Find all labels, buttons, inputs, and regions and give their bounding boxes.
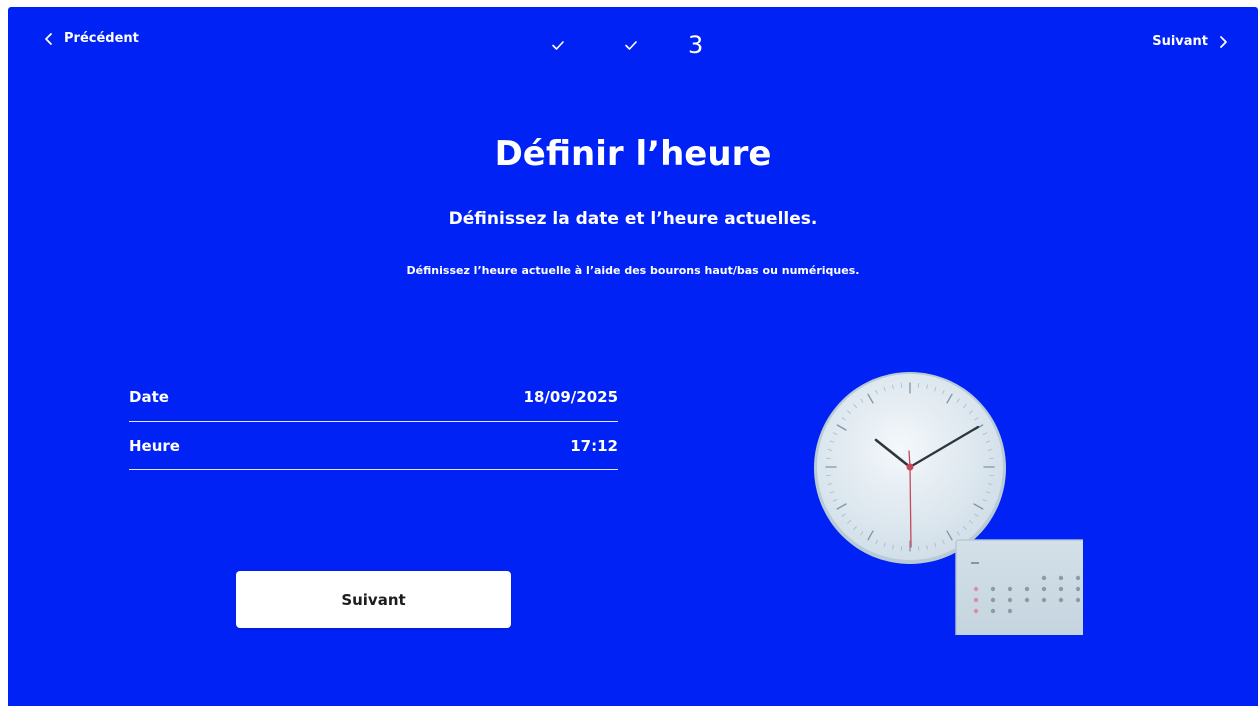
next-nav-label: Suivant xyxy=(1152,34,1208,49)
date-time-fields: Date 18/09/2025 Heure 17:12 xyxy=(129,373,618,470)
page-subtitle: Définissez la date et l’heure actuelles. xyxy=(448,209,818,229)
check-icon xyxy=(552,41,564,50)
previous-label: Précédent xyxy=(64,31,139,46)
date-label: Date xyxy=(129,388,169,406)
calendar-day-dot xyxy=(1007,608,1013,614)
date-value: 18/09/2025 xyxy=(523,388,618,406)
calendar-day-dot xyxy=(1024,586,1030,592)
calendar-day-dot xyxy=(990,597,996,603)
check-icon xyxy=(625,41,637,50)
calendar-day-dot xyxy=(1041,575,1047,581)
calendar-icon xyxy=(955,539,1083,635)
calendar-day-dot xyxy=(990,608,996,614)
calendar-day-dot xyxy=(1058,597,1064,603)
step-indicator: 3 xyxy=(549,29,703,61)
calendar-day-dot xyxy=(1075,586,1081,592)
next-nav-button[interactable]: Suivant xyxy=(1152,34,1230,49)
date-field[interactable]: Date 18/09/2025 xyxy=(129,373,618,422)
time-field[interactable]: Heure 17:12 xyxy=(129,422,618,470)
clock-calendar-illustration xyxy=(814,372,1083,635)
calendar-day-dot xyxy=(1041,586,1047,592)
current-step-number: 3 xyxy=(688,31,704,59)
next-button[interactable]: Suivant xyxy=(236,571,511,628)
calendar-day-dot xyxy=(1007,586,1013,592)
page-title: Définir l’heure xyxy=(494,134,772,174)
time-label: Heure xyxy=(129,436,180,455)
chevron-left-icon xyxy=(45,32,52,45)
previous-button[interactable]: Précédent xyxy=(42,31,139,46)
calendar-day-dot xyxy=(1058,586,1064,592)
calendar-day-dot xyxy=(1041,597,1047,603)
calendar-day-dot xyxy=(1075,597,1081,603)
calendar-day-dot xyxy=(973,597,979,603)
calendar-day-dot xyxy=(973,608,979,614)
clock-icon xyxy=(814,372,1006,564)
calendar-day-dot xyxy=(1058,575,1064,581)
time-value: 17:12 xyxy=(570,436,618,455)
chevron-right-icon xyxy=(1220,35,1227,48)
calendar-day-dot xyxy=(1024,597,1030,603)
calendar-day-dot xyxy=(990,586,996,592)
instruction-text: Définissez l’heure actuelle à l’aide des… xyxy=(406,264,860,277)
calendar-day-dot xyxy=(1075,575,1081,581)
setup-screen: Précédent 3 Suivant Définir l’heure Défi… xyxy=(8,7,1258,706)
calendar-day-dot xyxy=(1007,597,1013,603)
calendar-day-dot xyxy=(973,586,979,592)
